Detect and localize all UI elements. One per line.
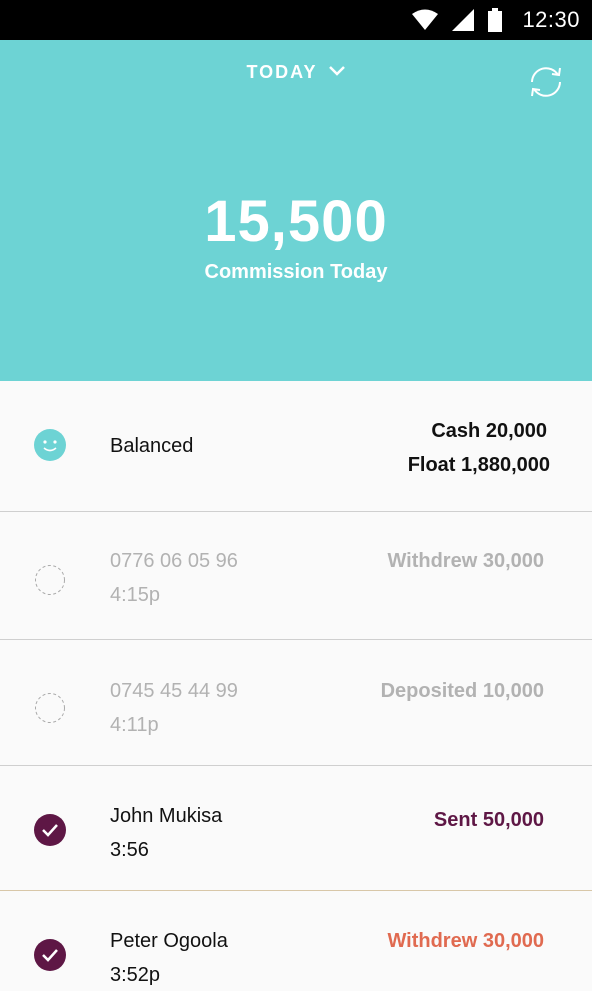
pending-circle-icon xyxy=(34,564,66,596)
status-time: 12:30 xyxy=(522,7,580,32)
status-bar: 12:30 xyxy=(0,0,592,40)
transaction-name: 0745 45 44 99 xyxy=(110,680,238,702)
check-circle-icon xyxy=(34,939,66,971)
transaction-action: Withdrew 30,000 xyxy=(387,550,544,572)
transaction-time: 4:15p xyxy=(110,584,161,606)
transaction-time: 3:52p xyxy=(110,964,161,986)
transaction-time: 3:56 xyxy=(110,839,149,861)
transaction-time: 4:11p xyxy=(110,714,159,736)
transaction-action: Deposited 10,000 xyxy=(380,680,544,702)
transaction-list: Balanced Cash 20,000 Float 1,880,000 077… xyxy=(0,381,592,991)
commission-label: Commission Today xyxy=(204,261,388,283)
transaction-name: John Mukisa xyxy=(110,805,223,827)
transaction-name: 0776 06 05 96 xyxy=(110,550,238,572)
cash-amount: Cash 20,000 xyxy=(431,420,547,442)
transaction-row[interactable]: 0776 06 05 96 4:15p Withdrew 30,000 xyxy=(0,512,592,640)
commission-header: TODAY 15,500 Commission Today xyxy=(0,40,592,381)
balance-status: Balanced xyxy=(110,435,194,457)
transaction-row[interactable]: Peter Ogoola 3:52p Withdrew 30,000 xyxy=(0,891,592,991)
transaction-action: Withdrew 30,000 xyxy=(387,930,544,952)
transaction-row[interactable]: 0745 45 44 99 4:11p Deposited 10,000 xyxy=(0,640,592,766)
chevron-down-icon xyxy=(328,64,346,82)
smiley-icon xyxy=(34,429,66,461)
period-label: TODAY xyxy=(246,62,318,82)
pending-circle-icon xyxy=(34,692,66,724)
refresh-icon[interactable] xyxy=(526,62,566,102)
commission-amount: 15,500 xyxy=(204,189,388,254)
transaction-name: Peter Ogoola xyxy=(110,930,228,952)
wifi-icon xyxy=(412,9,439,31)
float-amount: Float 1,880,000 xyxy=(407,454,550,476)
check-circle-icon xyxy=(34,814,66,846)
transaction-row[interactable]: John Mukisa 3:56 Sent 50,000 xyxy=(0,766,592,891)
battery-icon xyxy=(488,8,503,32)
cellular-signal-icon xyxy=(452,9,475,31)
balance-row[interactable]: Balanced Cash 20,000 Float 1,880,000 xyxy=(0,381,592,512)
transaction-action: Sent 50,000 xyxy=(433,809,544,831)
period-selector[interactable]: TODAY xyxy=(0,62,592,83)
